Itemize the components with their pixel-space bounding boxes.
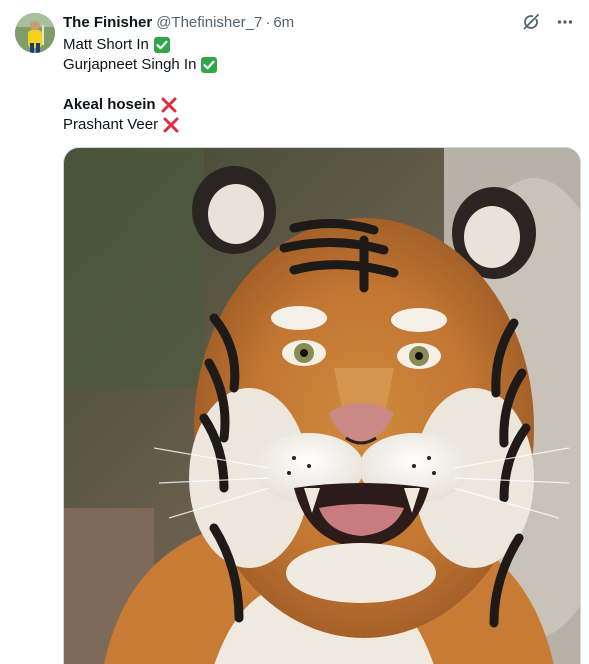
avatar[interactable] xyxy=(15,13,55,53)
tweet-line-text: Prashant Veer xyxy=(63,116,159,133)
more-icon[interactable] xyxy=(555,12,575,32)
cross-mark-icon xyxy=(162,116,180,134)
tweet-line: Prashant Veer xyxy=(63,115,218,135)
separator-dot: · xyxy=(265,13,271,31)
check-mark-icon xyxy=(153,36,171,54)
tweet-actions-top xyxy=(521,12,575,32)
cross-mark-icon xyxy=(160,96,178,114)
user-handle[interactable]: @Thefinisher_7 xyxy=(156,14,262,31)
tweet-line-text: Akeal hosein xyxy=(63,96,156,113)
tweet[interactable]: The Finisher @Thefinisher_7 · 6m Matt Sh… xyxy=(0,0,589,664)
tweet-line: Matt Short In xyxy=(63,35,218,55)
tweet-text: Matt Short In Gurjapneet Singh In Akeal … xyxy=(63,35,218,135)
tweet-line: Gurjapneet Singh In xyxy=(63,55,218,75)
tiger-photo xyxy=(64,148,580,664)
timestamp[interactable]: 6m xyxy=(273,14,294,31)
tweet-line-text: Gurjapneet Singh In xyxy=(63,56,197,73)
tweet-media[interactable] xyxy=(63,147,581,664)
avatar-image xyxy=(15,13,55,53)
grok-icon[interactable] xyxy=(521,12,541,32)
display-name[interactable]: The Finisher xyxy=(63,14,152,31)
tweet-line: Akeal hosein xyxy=(63,95,218,115)
tweet-header: The Finisher @Thefinisher_7 · 6m xyxy=(63,12,294,32)
tweet-line-text: Matt Short In xyxy=(63,36,149,53)
check-mark-icon xyxy=(200,56,218,74)
